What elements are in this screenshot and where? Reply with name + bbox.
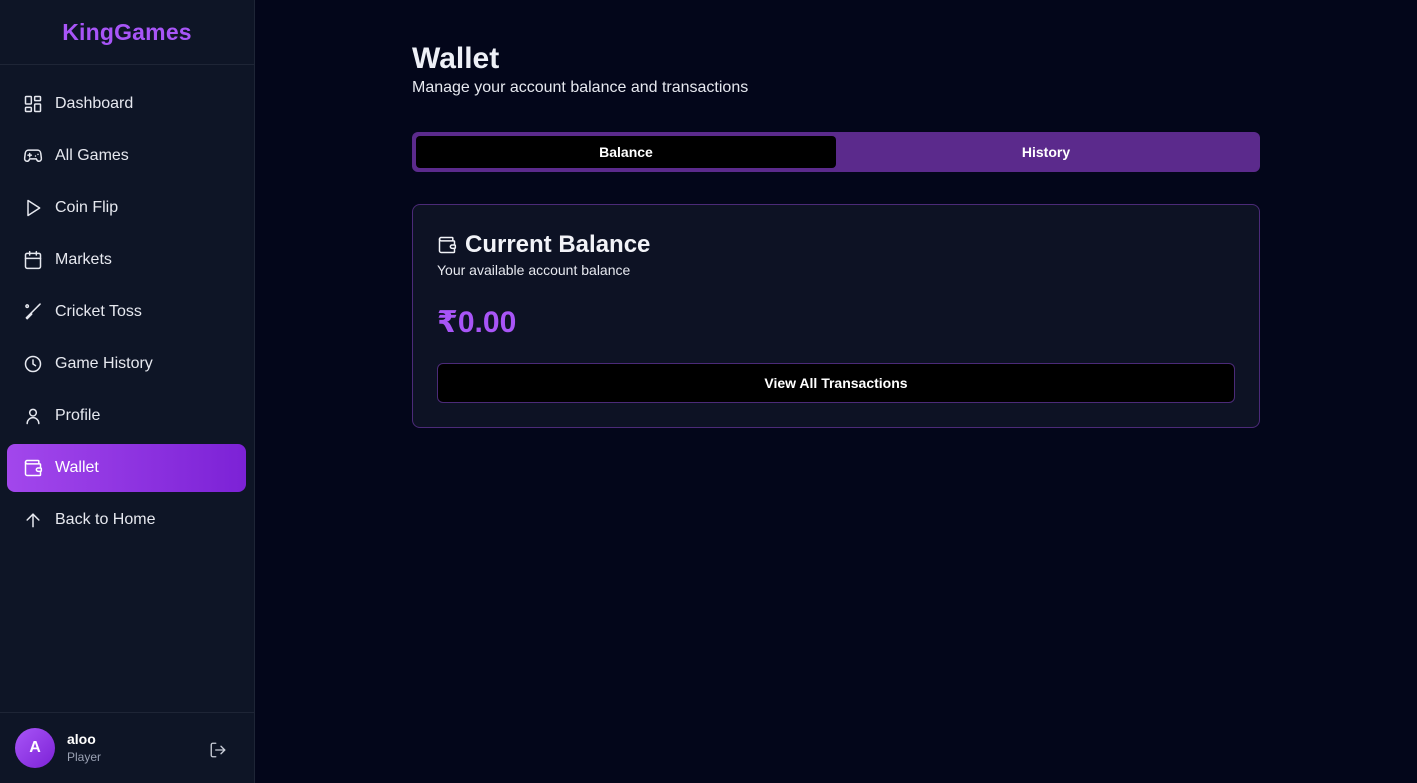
sidebar-item-label: Profile: [55, 407, 101, 424]
sidebar-item-label: Cricket Toss: [55, 303, 142, 320]
sidebar-item-markets[interactable]: Markets: [7, 236, 246, 284]
sidebar-item-wallet[interactable]: Wallet: [7, 444, 246, 492]
wallet-tabs: Balance History: [412, 132, 1260, 172]
sidebar-item-all-games[interactable]: All Games: [7, 132, 246, 180]
gamepad-icon: [23, 149, 43, 162]
sidebar: KingGames Dashboard All Games Coin Flip …: [0, 0, 255, 783]
avatar[interactable]: A: [15, 728, 55, 768]
card-subtitle: Your available account balance: [437, 262, 631, 278]
arrow-up-icon: [26, 513, 40, 528]
user-role: Player: [67, 750, 102, 764]
wallet-icon: [24, 459, 43, 477]
card-title: Current Balance: [465, 231, 651, 258]
cricket-bat-icon: [25, 303, 41, 320]
sidebar-item-label: Dashboard: [55, 95, 134, 112]
sidebar-item-coin-flip[interactable]: Coin Flip: [7, 184, 246, 232]
logout-icon[interactable]: [209, 741, 227, 759]
tab-balance[interactable]: Balance: [416, 136, 836, 168]
sidebar-nav: Dashboard All Games Coin Flip Markets Cr…: [7, 80, 246, 548]
page-title: Wallet: [412, 42, 500, 75]
user-icon: [26, 408, 40, 425]
balance-amount: ₹0.00: [437, 306, 517, 339]
clock-icon: [24, 355, 42, 373]
user-panel: A aloo Player: [0, 712, 254, 783]
sidebar-item-label: All Games: [55, 147, 129, 164]
brand-logo[interactable]: KingGames: [62, 19, 192, 46]
page-subtitle: Manage your account balance and transact…: [412, 79, 749, 96]
sidebar-item-dashboard[interactable]: Dashboard: [7, 80, 246, 128]
sidebar-item-cricket-toss[interactable]: Cricket Toss: [7, 288, 246, 336]
balance-card: Current Balance Your available account b…: [412, 204, 1260, 428]
sidebar-item-profile[interactable]: Profile: [7, 392, 246, 440]
sidebar-item-label: Game History: [55, 355, 153, 372]
calendar-icon: [24, 250, 42, 270]
sidebar-item-label: Wallet: [55, 459, 99, 476]
sidebar-item-back-to-home[interactable]: Back to Home: [7, 496, 246, 544]
sidebar-item-label: Markets: [55, 251, 112, 268]
user-info: aloo Player: [67, 730, 101, 766]
play-icon: [27, 199, 41, 217]
sidebar-item-game-history[interactable]: Game History: [7, 340, 246, 388]
sidebar-item-label: Coin Flip: [55, 199, 119, 216]
view-all-transactions-button[interactable]: View All Transactions: [437, 363, 1235, 403]
dashboard-icon: [24, 95, 42, 113]
sidebar-item-label: Back to Home: [55, 511, 156, 528]
wallet-icon: [438, 236, 457, 254]
card-header: Current Balance: [437, 231, 650, 259]
tab-history[interactable]: History: [836, 136, 1256, 168]
brand-header: KingGames: [0, 0, 254, 65]
user-name: aloo: [67, 731, 96, 747]
